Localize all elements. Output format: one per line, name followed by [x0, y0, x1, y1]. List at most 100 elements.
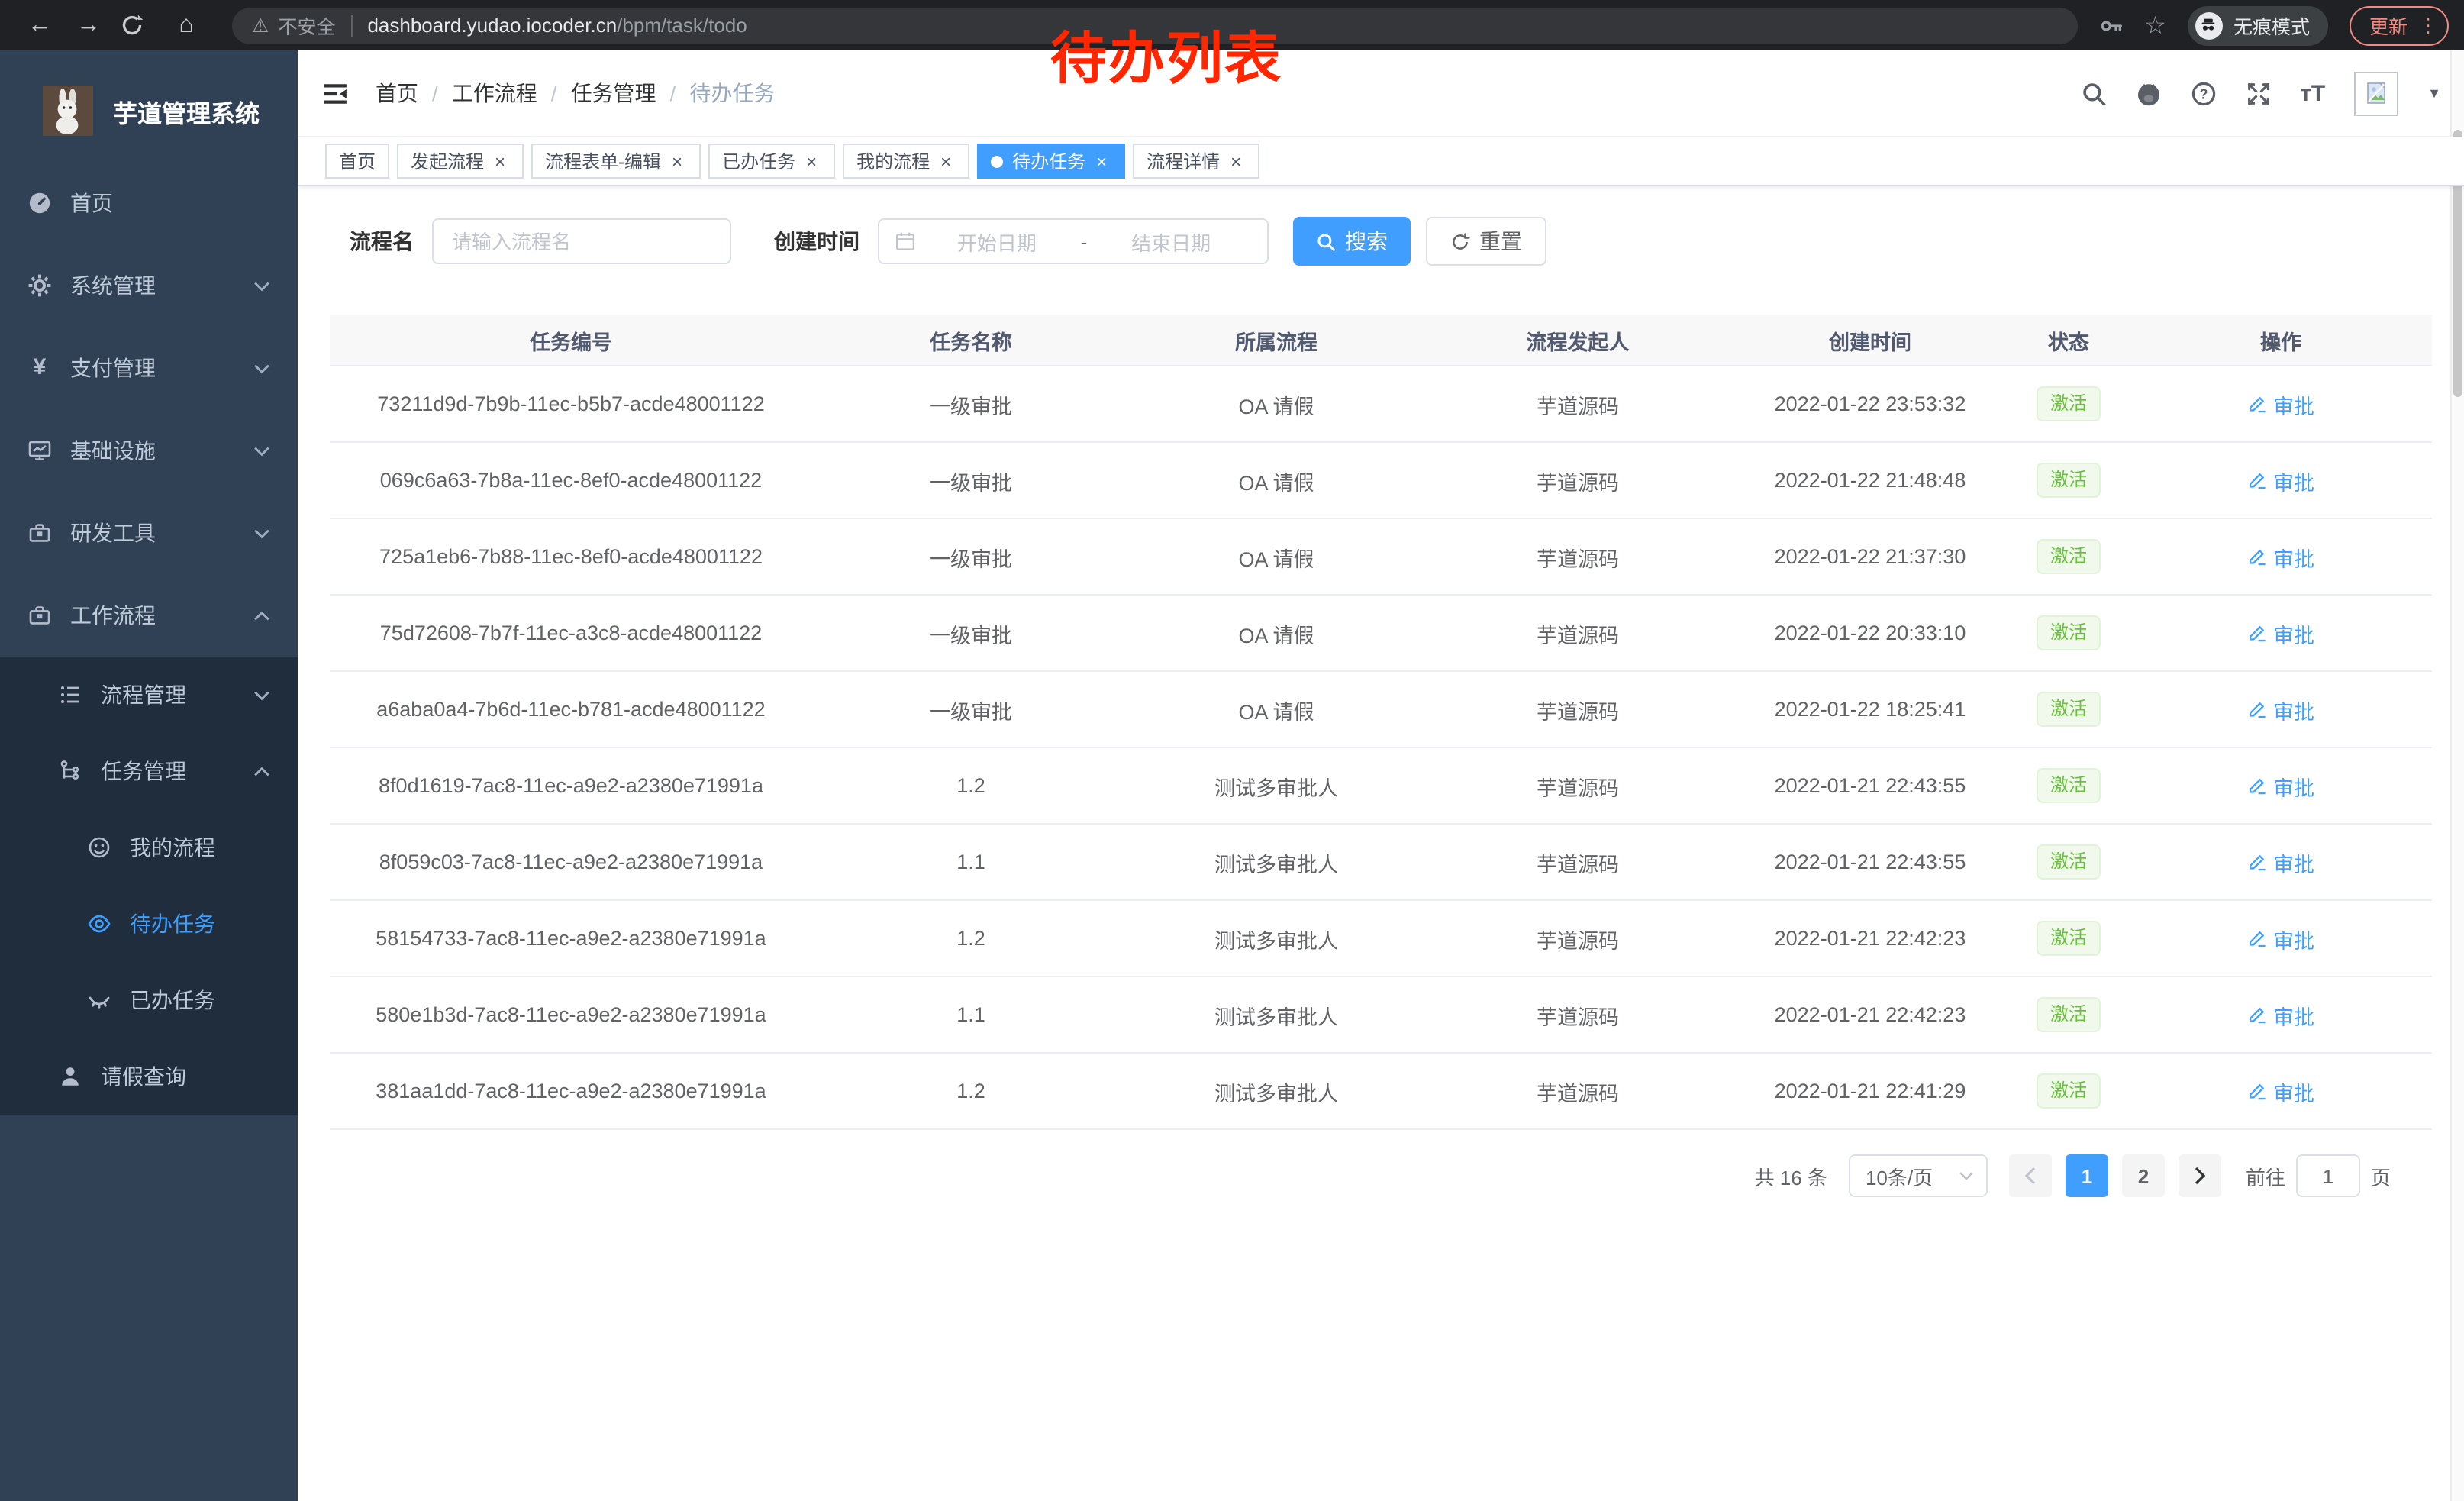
home-icon[interactable]: ⌂ — [169, 13, 203, 37]
cell-task-name: 一级审批 — [812, 541, 1130, 572]
approve-label: 审批 — [2273, 999, 2314, 1030]
fullscreen-icon[interactable] — [2245, 80, 2271, 106]
start-date-placeholder[interactable]: 开始日期 — [916, 227, 1078, 256]
page-button-1[interactable]: 1 — [2066, 1154, 2108, 1197]
tab-todo-tasks[interactable]: 待办任务× — [977, 144, 1125, 179]
approve-link[interactable]: 审批 — [2247, 694, 2314, 725]
screen: ← → ⌂ ⚠ 不安全 dashboard.yudao.iocoder.cn /… — [0, 0, 2464, 1501]
security-label[interactable]: 不安全 — [278, 11, 335, 40]
close-icon[interactable]: × — [490, 150, 510, 172]
sidebar-item-home[interactable]: 首页 — [0, 162, 298, 244]
reset-button[interactable]: 重置 — [1426, 217, 1546, 266]
chevron-down-icon — [253, 280, 270, 291]
approve-link[interactable]: 审批 — [2247, 923, 2314, 954]
close-icon[interactable]: × — [667, 150, 687, 172]
scrollbar[interactable] — [2450, 50, 2464, 1501]
table-row: 381aa1dd-7ac8-11ec-a9e2-a2380e71991a 1.2… — [330, 1054, 2432, 1130]
sidebar-item-infrastructure[interactable]: 基础设施 — [0, 409, 298, 492]
sidebar-item-task-mgmt[interactable]: 任务管理 — [0, 733, 298, 809]
sidebar-item-system[interactable]: 系统管理 — [0, 244, 298, 327]
search-button[interactable]: 搜索 — [1293, 217, 1411, 266]
forward-icon[interactable]: → — [72, 13, 105, 37]
github-icon[interactable] — [2135, 80, 2161, 106]
table-row: 069c6a63-7b8a-11ec-8ef0-acde48001122 一级审… — [330, 443, 2432, 519]
search-icon[interactable] — [2080, 80, 2106, 106]
update-button[interactable]: 更新 ⋮ — [2350, 5, 2449, 45]
approve-link[interactable]: 审批 — [2247, 1076, 2314, 1106]
next-page-button[interactable] — [2179, 1154, 2221, 1197]
cell-process: 测试多审批人 — [1130, 847, 1423, 877]
sidebar-item-done-tasks[interactable]: 已办任务 — [0, 962, 298, 1038]
cell-process: 测试多审批人 — [1130, 1076, 1423, 1106]
yen-icon: ¥ — [27, 356, 52, 380]
approve-link[interactable]: 审批 — [2247, 999, 2314, 1030]
browser-menu-icon[interactable]: ⋮ — [2418, 13, 2438, 37]
process-name-input[interactable] — [432, 218, 731, 264]
date-range-picker[interactable]: 开始日期 - 结束日期 — [878, 218, 1269, 264]
breadcrumb-task-mgmt[interactable]: 任务管理 — [571, 78, 656, 108]
reload-icon[interactable] — [121, 14, 154, 37]
approve-link[interactable]: 审批 — [2247, 770, 2314, 801]
bookmark-star-icon[interactable]: ☆ — [2144, 10, 2166, 40]
avatar[interactable] — [2354, 71, 2398, 115]
cell-starter: 芋道源码 — [1423, 923, 1733, 954]
sidebar-item-process-mgmt[interactable]: 流程管理 — [0, 657, 298, 733]
breadcrumb-workflow[interactable]: 工作流程 — [452, 78, 537, 108]
breadcrumb-home[interactable]: 首页 — [376, 78, 418, 108]
tab-label: 流程表单-编辑 — [545, 148, 661, 174]
close-icon[interactable]: × — [1226, 150, 1246, 172]
tab-process-detail[interactable]: 流程详情× — [1133, 144, 1259, 179]
sidebar-toggle-icon[interactable] — [321, 80, 350, 106]
table-row: 580e1b3d-7ac8-11ec-a9e2-a2380e71991a 1.1… — [330, 977, 2432, 1054]
end-date-placeholder[interactable]: 结束日期 — [1090, 227, 1252, 256]
sidebar: 芋道管理系统 首页 系统管理 ¥ 支付管 — [0, 50, 298, 1501]
help-icon[interactable]: ? — [2190, 80, 2216, 106]
col-task-name: 任务名称 — [812, 324, 1130, 355]
cell-task-name: 一级审批 — [812, 618, 1130, 648]
col-actions: 操作 — [2130, 324, 2432, 355]
sidebar-item-payment[interactable]: ¥ 支付管理 — [0, 327, 298, 409]
tab-done-tasks[interactable]: 已办任务× — [708, 144, 835, 179]
close-icon[interactable]: × — [936, 150, 956, 172]
status-badge: 激活 — [2037, 845, 2101, 880]
sidebar-item-devtools[interactable]: 研发工具 — [0, 492, 298, 574]
tab-home[interactable]: 首页 — [325, 144, 389, 179]
sidebar-item-my-process[interactable]: 我的流程 — [0, 809, 298, 886]
approve-link[interactable]: 审批 — [2247, 465, 2314, 495]
sidebar-item-leave-query[interactable]: 请假查询 — [0, 1038, 298, 1115]
approve-label: 审批 — [2273, 541, 2314, 572]
chevron-down-icon — [253, 528, 270, 538]
status-badge: 激活 — [2037, 463, 2101, 498]
browser-toolbar: ← → ⌂ ⚠ 不安全 dashboard.yudao.iocoder.cn /… — [0, 0, 2464, 50]
font-size-icon[interactable]: тT — [2300, 80, 2325, 106]
briefcase-icon — [27, 603, 52, 628]
status-badge: 激活 — [2037, 998, 2101, 1032]
tab-my-process[interactable]: 我的流程× — [843, 144, 969, 179]
cell-create-time: 2022-01-22 20:33:10 — [1733, 621, 2008, 644]
approve-link[interactable]: 审批 — [2247, 541, 2314, 572]
avatar-caret-icon[interactable]: ▼ — [2427, 86, 2441, 101]
back-icon[interactable]: ← — [23, 13, 56, 37]
tab-start-process[interactable]: 发起流程× — [397, 144, 524, 179]
prev-page-button[interactable] — [2009, 1154, 2052, 1197]
cell-starter: 芋道源码 — [1423, 1076, 1733, 1106]
page-button-2[interactable]: 2 — [2122, 1154, 2165, 1197]
page-size-select[interactable]: 10条/页 — [1849, 1154, 1988, 1197]
goto-page-input[interactable] — [2296, 1154, 2360, 1197]
sidebar-item-workflow[interactable]: 工作流程 — [0, 574, 298, 657]
cell-process: 测试多审批人 — [1130, 999, 1423, 1030]
sidebar-item-todo-tasks[interactable]: 待办任务 — [0, 886, 298, 962]
tab-form-edit[interactable]: 流程表单-编辑 × — [531, 144, 701, 179]
address-bar[interactable]: ⚠ 不安全 dashboard.yudao.iocoder.cn /bpm/ta… — [232, 7, 2077, 44]
approve-link[interactable]: 审批 — [2247, 847, 2314, 877]
approve-link[interactable]: 审批 — [2247, 618, 2314, 648]
close-icon[interactable]: × — [1092, 150, 1111, 172]
cell-create-time: 2022-01-21 22:43:55 — [1733, 851, 2008, 873]
cell-process: 测试多审批人 — [1130, 923, 1423, 954]
key-icon[interactable] — [2098, 13, 2123, 37]
close-icon[interactable]: × — [801, 150, 821, 172]
approve-link[interactable]: 审批 — [2247, 389, 2314, 419]
cell-starter: 芋道源码 — [1423, 541, 1733, 572]
page-unit-label: 页 — [2371, 1161, 2391, 1190]
cell-create-time: 2022-01-21 22:42:23 — [1733, 927, 2008, 950]
